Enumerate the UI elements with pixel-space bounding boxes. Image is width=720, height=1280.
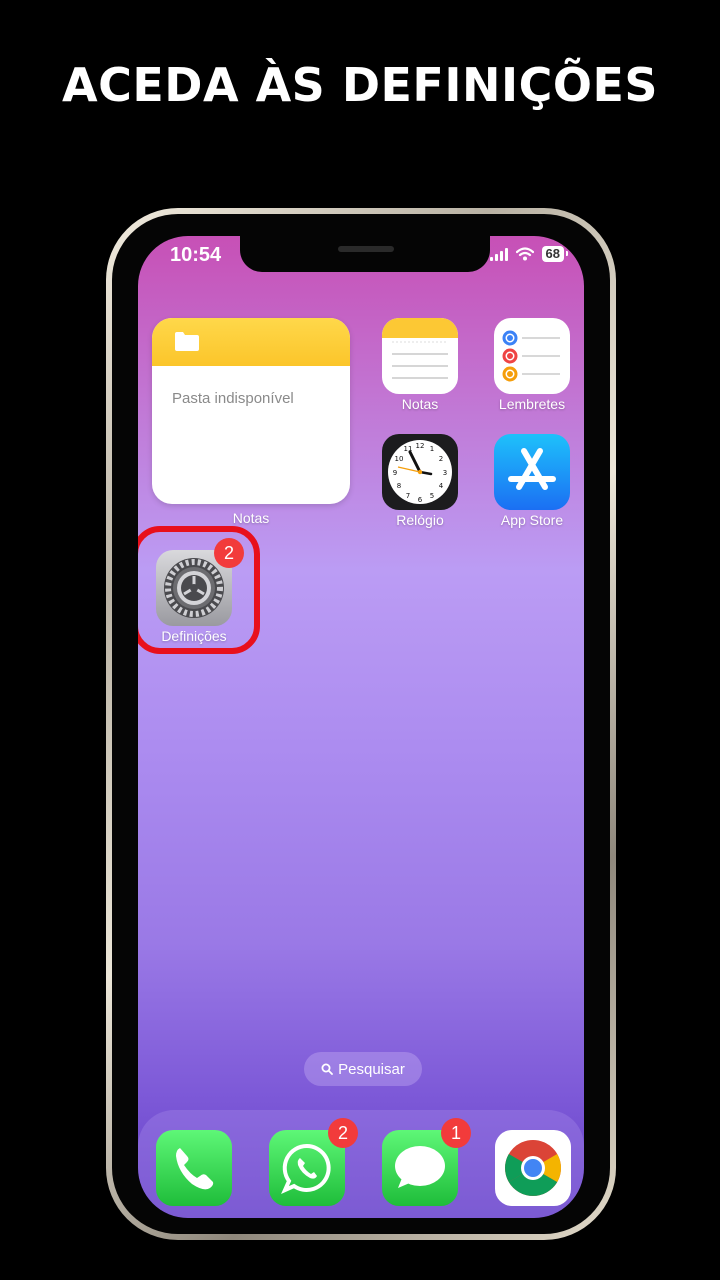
svg-text:10: 10	[395, 455, 404, 463]
app-store-label: App Store	[500, 512, 564, 528]
phone-frame: 10:54 68 Pasta indisponível Notas Notas …	[106, 208, 616, 1240]
svg-text:8: 8	[397, 482, 401, 490]
widget-text: Pasta indisponível	[172, 390, 294, 407]
chrome-app[interactable]	[495, 1130, 571, 1206]
folder-icon	[175, 332, 199, 351]
headline: ACEDA ÀS DEFINIÇÕES	[62, 58, 658, 112]
widget-label: Notas	[232, 510, 270, 526]
messages-badge: 1	[441, 1118, 471, 1148]
clock-icon: 12 12 345 678 91011	[388, 440, 452, 504]
phone-app[interactable]	[156, 1130, 232, 1206]
svg-text:7: 7	[406, 492, 410, 500]
settings-highlight	[138, 526, 260, 654]
search-label: Pesquisar	[338, 1060, 405, 1078]
status-time: 10:54	[170, 244, 222, 266]
svg-text:9: 9	[393, 469, 397, 477]
phone-icon	[176, 1148, 214, 1190]
wifi-icon	[515, 247, 534, 261]
svg-text:3: 3	[443, 469, 447, 477]
notes-app[interactable]	[382, 318, 458, 394]
notes-widget[interactable]: Pasta indisponível	[152, 318, 350, 504]
widget-header	[152, 318, 350, 366]
status-icons: 68	[489, 246, 569, 262]
svg-text:1: 1	[430, 445, 434, 453]
notes-label: Notas	[401, 396, 439, 412]
reminders-app[interactable]	[494, 318, 570, 394]
notes-icon	[382, 318, 458, 379]
whatsapp-badge: 2	[328, 1118, 358, 1148]
svg-text:4: 4	[439, 482, 444, 490]
svg-text:6: 6	[418, 496, 423, 504]
reminders-label: Lembretes	[498, 396, 566, 412]
search-button[interactable]: Pesquisar	[304, 1052, 422, 1086]
home-screen: 10:54 68 Pasta indisponível Notas Notas …	[138, 236, 584, 1218]
dock: 2 1	[138, 1110, 584, 1218]
search-icon	[321, 1063, 334, 1075]
speaker	[338, 246, 394, 252]
svg-text:12: 12	[416, 442, 425, 450]
signal-icon	[489, 247, 508, 261]
reminders-icon	[502, 330, 560, 382]
svg-text:5: 5	[430, 492, 434, 500]
clock-app[interactable]: 12 1 2 345 678 9 10 11	[382, 434, 458, 510]
app-store-app[interactable]	[494, 434, 570, 510]
app-store-icon	[508, 448, 556, 490]
chrome-icon	[505, 1140, 561, 1196]
svg-text:2: 2	[439, 455, 443, 463]
clock-label: Relógio	[396, 512, 444, 528]
battery-icon: 68	[541, 246, 569, 262]
notch	[240, 236, 490, 272]
